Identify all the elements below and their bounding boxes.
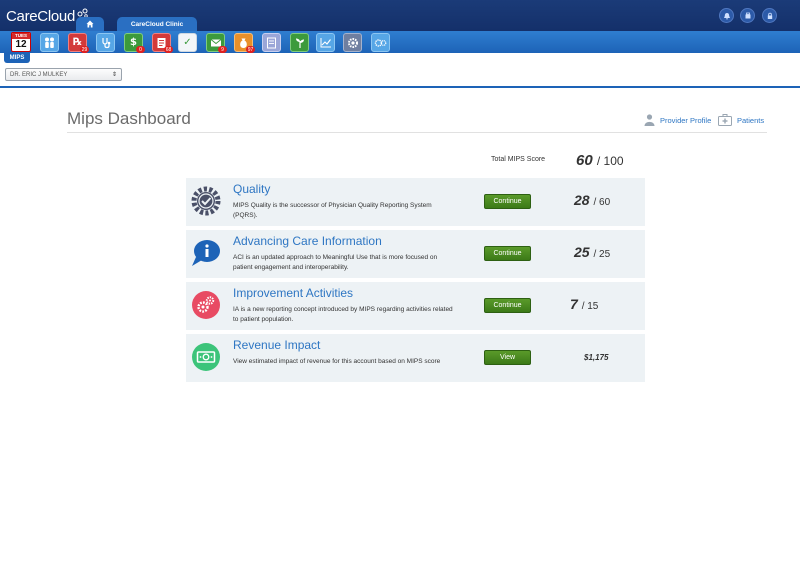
ia-continue-button[interactable]: Continue [484,298,531,313]
gears-circle-icon [192,291,220,319]
quality-score-max: 60 [599,197,611,208]
mips-tab-label: MIPS [9,55,25,61]
quality-score: 28 / 60 [574,192,634,208]
home-icon [86,20,94,28]
ia-description: IA is a new reporting concept introduced… [233,306,453,323]
medical-kit-icon [718,114,732,126]
revenue-row: Revenue Impact View estimated impact of … [186,334,645,382]
billing-app-button[interactable]: $ 0 [124,33,145,53]
tasks-app-button[interactable]: 97 [234,33,255,53]
quality-description: MIPS Quality is the successor of Physici… [233,202,432,219]
dollar-bill-icon [192,343,220,371]
revenue-value: $1,175 [584,353,609,362]
calendar-day: 12 [15,39,27,50]
page-title: Mips Dashboard [67,109,191,128]
total-score-max: 100 [603,154,624,168]
form-icon [267,37,276,48]
ia-score-value: 7 [570,296,578,312]
tasks-check-app-button[interactable]: ✓ [178,33,197,52]
store-button[interactable] [740,8,755,23]
check-icon: ✓ [183,37,192,48]
tasks-badge: 97 [246,46,255,53]
bell-icon [723,12,730,19]
info-bubble-icon [192,240,220,266]
ia-row: Improvement Activities IA is a new repor… [186,282,645,330]
ia-score-max: 15 [587,301,599,312]
documents-app-button[interactable]: 68 [152,33,173,53]
revenue-view-button[interactable]: View [484,350,531,365]
documents-badge: 68 [164,46,173,53]
clinic-tab-label: CareCloud Clinic [130,20,184,28]
provider-profile-label: Provider Profile [660,115,712,125]
revenue-title[interactable]: Revenue Impact [233,338,320,352]
revenue-description: View estimated impact of revenue for thi… [233,358,441,365]
aci-description: ACI is an updated approach to Meaningful… [233,254,438,271]
total-score-value: 60 [576,152,593,169]
person-icon [644,114,655,126]
total-score: 60 / 100 [576,152,624,169]
header-divider [0,86,800,88]
top-header: CareCloud CareCloud Clinic [0,0,800,31]
provider-profile-link[interactable]: Provider Profile [644,114,711,126]
plant-icon [295,38,304,48]
notifications-button[interactable] [719,8,734,23]
aci-score: 25 / 25 [574,244,634,260]
chart-icon [320,38,331,48]
messages-badge: 9 [218,46,227,53]
logo-text: CareCloud [6,8,76,25]
title-divider [67,132,767,133]
settings-app-button[interactable] [343,33,362,52]
logo-mark-icon [77,8,88,18]
claims-badge: 29 [80,46,89,53]
analytics-app-button[interactable] [316,33,335,52]
patients-link[interactable]: Patients [718,114,764,126]
calendar-app-button[interactable]: TUES 12 [11,32,31,52]
gears-icon [374,38,387,47]
quality-title[interactable]: Quality [233,182,270,196]
aci-score-value: 25 [574,244,590,260]
payments-badge: 0 [136,46,145,53]
patients-app-button[interactable] [40,33,59,52]
quality-badge-icon [191,186,221,216]
forms-app-button[interactable] [262,33,281,52]
quality-continue-button[interactable]: Continue [484,194,531,209]
clinic-tab[interactable]: CareCloud Clinic [117,17,197,31]
quality-score-value: 28 [574,192,590,208]
mips-tab[interactable]: MIPS [4,53,30,63]
provider-select[interactable]: DR. ERIC J MULKEY ⇕ [5,68,122,81]
settings-gear-icon [347,37,358,48]
app-toolbar: TUES 12 ℞ 29 $ 0 68 ✓ 9 97 [0,31,800,53]
people-icon [45,37,54,48]
total-score-label: Total MIPS Score [491,156,546,163]
aci-row: Advancing Care Information ACI is an upd… [186,230,645,278]
clinical-app-button[interactable] [96,33,115,52]
claims-app-button[interactable]: ℞ 29 [68,33,89,53]
total-score-separator: / [596,154,604,168]
lock-icon [767,12,772,19]
lock-button[interactable] [762,8,777,23]
aci-title[interactable]: Advancing Care Information [233,234,382,248]
provider-select-value: DR. ERIC J MULKEY [10,71,68,78]
integrations-app-button[interactable] [371,33,390,52]
quality-row: Quality MIPS Quality is the successor of… [186,178,645,226]
ia-score: 7 / 15 [570,296,630,312]
aci-continue-button[interactable]: Continue [484,246,531,261]
growth-app-button[interactable] [290,33,309,52]
aci-score-max: 25 [599,249,611,260]
ia-title[interactable]: Improvement Activities [233,286,353,300]
patients-label: Patients [737,115,765,125]
cart-icon [745,12,750,18]
stethoscope-icon [101,37,110,48]
select-arrows-icon: ⇕ [111,72,117,78]
messages-app-button[interactable]: 9 [206,33,227,53]
home-tab[interactable] [76,17,104,31]
